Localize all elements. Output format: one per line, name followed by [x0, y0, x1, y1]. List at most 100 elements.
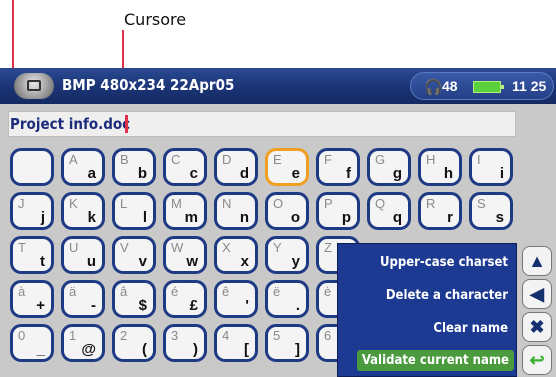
key-upper-label: S — [477, 196, 486, 211]
key[interactable]: Xx — [214, 236, 258, 274]
return-arrow-icon[interactable]: ↩ — [522, 345, 552, 375]
filename-field[interactable]: Project info.doc — [8, 111, 516, 137]
key-upper-label: Z — [324, 240, 332, 255]
key[interactable]: 5] — [265, 324, 309, 362]
key[interactable]: Ss — [469, 192, 513, 230]
key[interactable]: Ii — [469, 148, 513, 186]
key-lower-label: t — [40, 253, 45, 270]
key[interactable]: Mm — [163, 192, 207, 230]
key[interactable]: ä- — [61, 280, 105, 318]
key[interactable]: Yy — [265, 236, 309, 274]
device-screen: BMP 480x234 22Apr05 🎧 48 11 25 Project i… — [0, 68, 556, 377]
key-upper-label: E — [273, 152, 282, 167]
menu-item-upper-case[interactable]: Upper-case charset — [380, 255, 508, 270]
key-upper-label: W — [171, 240, 184, 255]
key-lower-label: u — [86, 253, 96, 270]
headphones-icon: 🎧 — [424, 79, 443, 96]
key-lower-label: f — [346, 165, 351, 182]
up-arrow-icon[interactable]: ▲ — [522, 246, 552, 276]
volume-level: 48 — [442, 78, 458, 94]
key-lower-label: a — [87, 165, 96, 182]
key-upper-label: O — [273, 196, 284, 211]
key[interactable]: Bb — [112, 148, 156, 186]
key-upper-label: J — [18, 196, 25, 211]
key-lower-label: g — [392, 165, 402, 182]
key[interactable]: Ff — [316, 148, 360, 186]
battery-icon — [473, 81, 504, 93]
key-upper-label: 4 — [222, 328, 230, 343]
key[interactable]: Dd — [214, 148, 258, 186]
key[interactable]: Pp — [316, 192, 360, 230]
menu-item-validate-name[interactable]: Validate current name — [356, 350, 514, 371]
key-lower-label: r — [447, 209, 453, 226]
key[interactable]: Nn — [214, 192, 258, 230]
key[interactable]: é £ — [163, 280, 207, 318]
menu-item-clear-name[interactable]: Clear name — [433, 321, 508, 336]
key[interactable]: Oo — [265, 192, 309, 230]
key[interactable]: Aa — [61, 148, 105, 186]
key-lower-label: ) — [193, 341, 198, 358]
key[interactable]: Ll — [112, 192, 156, 230]
menu-item-delete-character[interactable]: Delete a character — [386, 288, 508, 303]
key-lower-label: i — [499, 165, 504, 182]
key-upper-label: X — [222, 240, 231, 255]
key[interactable]: ê ' — [214, 280, 258, 318]
key[interactable]: Tt — [10, 236, 54, 274]
key-lower-label: j — [40, 209, 45, 226]
key-lower-label: q — [392, 209, 402, 226]
key[interactable]: Kk — [61, 192, 105, 230]
key-upper-label: M — [171, 196, 182, 211]
key-upper-label: T — [18, 240, 26, 255]
key-lower-label: o — [290, 209, 300, 226]
key-lower-label: e — [291, 165, 300, 182]
left-arrow-icon[interactable]: ◀ — [522, 279, 552, 309]
key[interactable]: Ww — [163, 236, 207, 274]
key-upper-label: B — [120, 152, 129, 167]
key[interactable]: Uu — [61, 236, 105, 274]
key[interactable]: 0 _ — [10, 324, 54, 362]
key-upper-label: Q — [375, 196, 386, 211]
key-lower-label: $ — [138, 297, 147, 314]
key[interactable]: Vv — [112, 236, 156, 274]
key[interactable]: ë. — [265, 280, 309, 318]
key[interactable]: Hh — [418, 148, 462, 186]
key[interactable]: Jj — [10, 192, 54, 230]
key-upper-label: Y — [273, 240, 282, 255]
key-upper-label: 1 — [69, 328, 77, 343]
status-area: 🎧 48 11 25 — [410, 72, 554, 100]
key-lower-label: l — [142, 209, 147, 226]
key-lower-label: b — [137, 165, 147, 182]
key-lower-label: s — [495, 209, 504, 226]
key[interactable]: 3) — [163, 324, 207, 362]
key[interactable]: Rr — [418, 192, 462, 230]
key[interactable]: Cc — [163, 148, 207, 186]
key[interactable] — [10, 148, 54, 186]
key-lower-label: ' — [245, 297, 249, 314]
key-lower-label: [ — [244, 341, 249, 358]
key-upper-label: D — [222, 152, 232, 167]
key-lower-label: x — [240, 253, 249, 270]
key[interactable]: Gg — [367, 148, 411, 186]
key-upper-label: G — [375, 152, 386, 167]
key-lower-label: m — [184, 209, 198, 226]
key-upper-label: U — [69, 240, 79, 255]
key-lower-label: d — [239, 165, 249, 182]
key[interactable]: Qq — [367, 192, 411, 230]
key-upper-label: I — [477, 152, 481, 167]
key[interactable]: Ee — [265, 148, 309, 186]
close-x-icon[interactable]: ✖ — [522, 312, 552, 342]
key[interactable]: 1 @ — [61, 324, 105, 362]
key-upper-label: é — [171, 284, 179, 299]
key[interactable]: 2( — [112, 324, 156, 362]
key[interactable]: à + — [10, 280, 54, 318]
key-lower-label: _ — [36, 341, 45, 358]
key[interactable]: â $ — [112, 280, 156, 318]
key-lower-label: w — [186, 253, 198, 270]
key-lower-label: h — [443, 165, 453, 182]
title-bar: BMP 480x234 22Apr05 🎧 48 11 25 — [0, 68, 556, 104]
key-lower-label: n — [239, 209, 249, 226]
key[interactable]: 4[ — [214, 324, 258, 362]
key-upper-label: 6 — [324, 328, 332, 343]
filename-text: Project info.doc — [10, 115, 131, 133]
key-lower-label: ] — [295, 341, 300, 358]
